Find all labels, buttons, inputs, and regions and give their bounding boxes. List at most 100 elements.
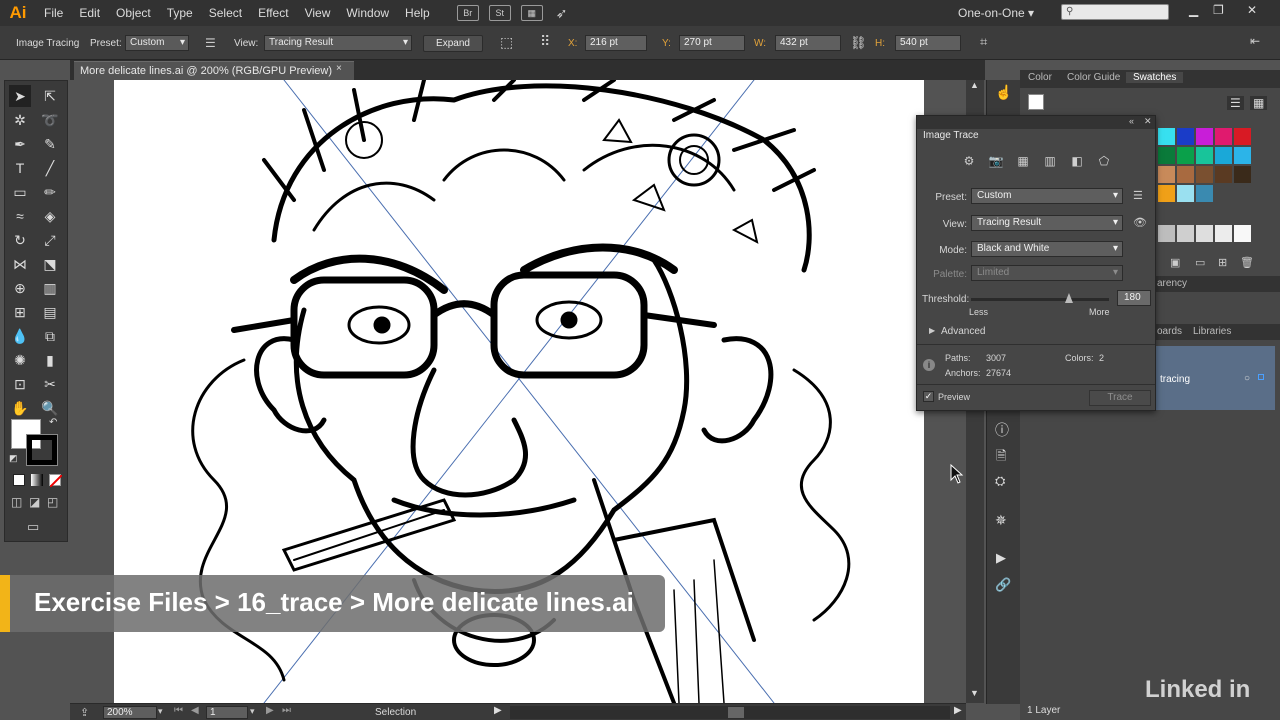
- menu-window[interactable]: Window: [338, 0, 397, 26]
- paintbrush-tool-icon[interactable]: ✏: [39, 181, 61, 203]
- view-source-eye-icon[interactable]: 👁: [1133, 216, 1147, 229]
- trace-button[interactable]: Trace: [1089, 390, 1151, 406]
- high-color-preset-icon[interactable]: 📷: [988, 154, 1004, 168]
- selection-tool-icon[interactable]: ➤: [9, 85, 31, 107]
- previous-artboard-icon[interactable]: ◀: [191, 705, 199, 716]
- perspective-grid-tool-icon[interactable]: ▥: [39, 277, 61, 299]
- align-icon[interactable]: ⬚: [500, 34, 513, 51]
- curvature-tool-icon[interactable]: ✎: [39, 133, 61, 155]
- tab-artboards[interactable]: oards: [1157, 326, 1182, 337]
- menu-effect[interactable]: Effect: [250, 0, 296, 26]
- document-info-icon[interactable]: 🗎: [996, 447, 1006, 469]
- tab-transparency[interactable]: arency: [1157, 278, 1187, 289]
- zoom-tool-icon[interactable]: 🔍: [39, 397, 61, 419]
- tab-libraries[interactable]: Libraries: [1193, 326, 1231, 337]
- panel-menu-icon[interactable]: ⇤: [1250, 34, 1260, 48]
- zoom-field[interactable]: 200%: [103, 706, 157, 719]
- grayscale-preset-icon[interactable]: ▥: [1042, 154, 1058, 168]
- info-icon[interactable]: ⓘ: [995, 420, 1009, 440]
- threshold-slider-track[interactable]: [971, 298, 1109, 301]
- menu-select[interactable]: Select: [201, 0, 250, 26]
- thumbnail-view-icon[interactable]: ▦: [1250, 96, 1268, 110]
- slice-tool-icon[interactable]: ✂: [39, 373, 61, 395]
- gpu-performance-icon[interactable]: ➶: [556, 5, 568, 22]
- draw-normal-icon[interactable]: ◫: [11, 495, 22, 509]
- preset-dropdown[interactable]: Custom: [971, 188, 1123, 204]
- default-fill-stroke-icon[interactable]: ◩: [9, 453, 18, 464]
- draw-behind-icon[interactable]: ◪: [29, 495, 40, 509]
- delete-swatch-icon[interactable]: 🗑: [1240, 256, 1254, 269]
- layer-target-icon[interactable]: ○: [1244, 373, 1250, 384]
- restore-icon[interactable]: ❐: [1213, 3, 1224, 17]
- symbols-icon[interactable]: ✵: [995, 512, 1007, 529]
- preset-dropdown[interactable]: Custom: [125, 35, 189, 51]
- scale-tool-icon[interactable]: ⤢: [39, 229, 61, 251]
- document-tab[interactable]: More delicate lines.ai @ 200% (RGB/GPU P…: [74, 61, 354, 80]
- new-swatch-icon[interactable]: ⊞: [1218, 256, 1227, 269]
- eyedropper-tool-icon[interactable]: 💧: [9, 325, 31, 347]
- h-field[interactable]: 540 pt: [895, 35, 961, 51]
- horizontal-scroll-thumb[interactable]: [728, 707, 744, 718]
- constrain-proportions-icon[interactable]: ⛓: [850, 35, 867, 51]
- menu-file[interactable]: File: [36, 0, 71, 26]
- bridge-icon[interactable]: Br: [456, 5, 479, 21]
- last-artboard-icon[interactable]: ⏭: [282, 705, 291, 716]
- stock-icon[interactable]: St: [488, 5, 511, 21]
- none-mode-icon[interactable]: [49, 474, 63, 488]
- stroke-swatch[interactable]: [26, 434, 58, 466]
- pen-tool-icon[interactable]: ✒: [9, 133, 31, 155]
- fill-indicator[interactable]: [1028, 94, 1044, 110]
- advanced-disclosure-icon[interactable]: ▶: [929, 326, 935, 335]
- tab-color-guide[interactable]: Color Guide: [1067, 72, 1120, 83]
- draw-inside-icon[interactable]: ◰: [47, 495, 58, 509]
- artboard-number-field[interactable]: 1: [206, 706, 248, 719]
- artboard-dropdown-icon[interactable]: ▾: [250, 706, 255, 717]
- magic-wand-tool-icon[interactable]: ✲: [9, 109, 31, 131]
- color-mode-icon[interactable]: [13, 474, 25, 486]
- mesh-tool-icon[interactable]: ⊞: [9, 301, 31, 323]
- actions-icon[interactable]: ▶: [996, 550, 1006, 566]
- outline-preset-icon[interactable]: ⬠: [1096, 154, 1112, 168]
- black-white-preset-icon[interactable]: ◧: [1069, 154, 1085, 168]
- mode-dropdown[interactable]: Black and White: [971, 241, 1123, 257]
- line-tool-icon[interactable]: ╱: [39, 157, 61, 179]
- links-panel-icon[interactable]: ⛭: [995, 473, 1005, 489]
- zoom-dropdown-icon[interactable]: ▾: [158, 706, 163, 717]
- shape-builder-tool-icon[interactable]: ⊕: [9, 277, 31, 299]
- scroll-up-icon[interactable]: ▲: [970, 80, 979, 90]
- menu-object[interactable]: Object: [108, 0, 159, 26]
- reference-point-icon[interactable]: ⠿: [540, 33, 550, 50]
- palette-dropdown[interactable]: Limited: [971, 265, 1123, 281]
- tab-swatches[interactable]: Swatches: [1126, 72, 1184, 83]
- manage-presets-icon[interactable]: ☰: [1133, 189, 1143, 202]
- touch-workspace-icon[interactable]: ☝: [995, 84, 1012, 101]
- rectangle-tool-icon[interactable]: ▭: [9, 181, 31, 203]
- share-icon[interactable]: ⇪: [80, 706, 89, 719]
- auto-color-preset-icon[interactable]: ⚙: [961, 154, 977, 168]
- eraser-tool-icon[interactable]: ◈: [39, 205, 61, 227]
- type-tool-icon[interactable]: T: [9, 157, 31, 179]
- arrange-documents-icon[interactable]: ▦: [520, 5, 543, 21]
- gradient-tool-icon[interactable]: ▤: [39, 301, 61, 323]
- transform-icon[interactable]: ⌗: [980, 34, 987, 50]
- swatch-library-icon[interactable]: ▣: [1170, 256, 1180, 269]
- panel-header[interactable]: « ✕: [917, 116, 1155, 129]
- menu-type[interactable]: Type: [159, 0, 201, 26]
- shaper-tool-icon[interactable]: ≈: [9, 205, 31, 227]
- x-field[interactable]: 216 pt: [585, 35, 647, 51]
- y-field[interactable]: 270 pt: [679, 35, 745, 51]
- horizontal-scrollbar[interactable]: [510, 706, 950, 719]
- layer-name[interactable]: tracing: [1160, 374, 1190, 385]
- links-icon[interactable]: 🔗: [995, 577, 1011, 593]
- close-panel-icon[interactable]: ✕: [1144, 116, 1152, 127]
- view-dropdown[interactable]: Tracing Result: [264, 35, 412, 51]
- threshold-value-field[interactable]: 180: [1117, 290, 1151, 306]
- view-dropdown[interactable]: Tracing Result: [971, 215, 1123, 231]
- close-tab-icon[interactable]: ×: [336, 63, 342, 74]
- close-icon[interactable]: ✕: [1247, 3, 1257, 17]
- low-color-preset-icon[interactable]: ▦: [1015, 154, 1031, 168]
- menu-edit[interactable]: Edit: [71, 0, 108, 26]
- preview-checkbox[interactable]: ✓: [923, 391, 934, 402]
- expand-button[interactable]: Expand: [423, 35, 483, 52]
- layer-selection-icon[interactable]: [1258, 374, 1264, 380]
